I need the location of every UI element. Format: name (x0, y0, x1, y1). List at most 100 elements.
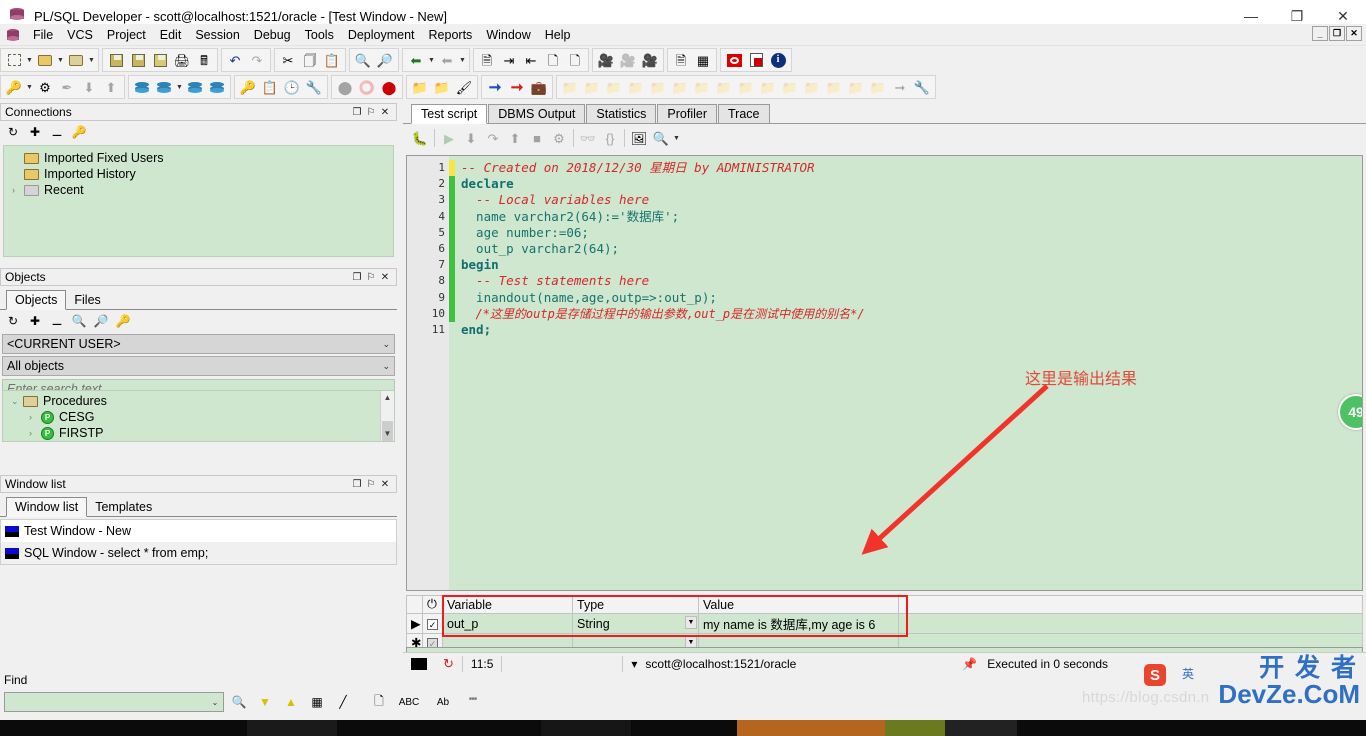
expander-icon[interactable]: › (12, 185, 24, 195)
clear-highlight-icon[interactable]: ╱ (332, 692, 354, 712)
variables-icon[interactable]: {} (599, 127, 621, 149)
settings-icon[interactable]: ⚙ (548, 127, 570, 149)
taskbar-item[interactable] (885, 720, 945, 736)
regex-icon[interactable]: "" (462, 692, 484, 712)
connections-tree[interactable]: Imported Fixed Users Imported History › … (3, 145, 394, 257)
find-input-combo[interactable]: ⌄ (4, 692, 224, 712)
import-chevron-down-icon[interactable]: ▼ (427, 49, 436, 71)
breakpoint-icon[interactable]: ⬤ (334, 76, 356, 98)
win-4-icon[interactable]: 📁 (625, 76, 647, 98)
tree-item-procedures[interactable]: ⌄ Procedures (3, 393, 394, 409)
list-item-test-window[interactable]: Test Window - New (1, 520, 396, 542)
connections-add-icon[interactable]: ✚ (26, 123, 44, 141)
highlight-all-icon[interactable]: ▦ (306, 692, 328, 712)
print-setup-icon[interactable]: 🖩 (193, 49, 215, 71)
connections-close-icon[interactable]: ✕ (378, 107, 392, 118)
objects-pin-icon[interactable]: ⚐ (364, 272, 378, 283)
objects-restore-icon[interactable]: ❐ (350, 272, 364, 283)
menu-reports[interactable]: Reports (422, 26, 480, 44)
pause-macro-icon[interactable]: 🎥 (617, 49, 639, 71)
find-previous-icon[interactable]: ▲ (280, 692, 302, 712)
options-icon[interactable]: 🗋 (368, 692, 390, 712)
win-14-icon[interactable]: 📁 (845, 76, 867, 98)
find-icon[interactable]: 🔍 (352, 49, 374, 71)
menu-window[interactable]: Window (479, 26, 537, 44)
open-recent-icon[interactable] (65, 49, 87, 71)
save-copy-icon[interactable] (149, 49, 171, 71)
win-15-icon[interactable]: 📁 (867, 76, 889, 98)
windowlist-restore-icon[interactable]: ❐ (350, 479, 364, 490)
tree-item-inandout[interactable]: › P INANDOUT (3, 441, 394, 442)
menu-tools[interactable]: Tools (298, 26, 341, 44)
objects-remove-icon[interactable]: ⚊ (48, 312, 66, 330)
objects-user-icon[interactable]: 🔑 (114, 312, 132, 330)
win-7-icon[interactable]: 📁 (691, 76, 713, 98)
tab-objects[interactable]: Objects (6, 290, 67, 310)
cell-variable[interactable]: out_p (442, 613, 573, 634)
find-next-icon[interactable]: ▼ (254, 692, 276, 712)
windowlist-close-icon[interactable]: ✕ (378, 479, 392, 490)
tab-files[interactable]: Files (66, 291, 108, 309)
view-breakpoints-icon[interactable]: 👓 (577, 127, 599, 149)
debug-bug-icon[interactable]: 🐛 (409, 127, 431, 149)
step-into-icon[interactable]: ⬇ (460, 127, 482, 149)
compile-icon[interactable]: 🔑 (237, 76, 259, 98)
copy-folder-icon[interactable]: 📁 (431, 76, 453, 98)
sql-db-icon[interactable] (153, 76, 175, 98)
comment-icon[interactable]: 🗋 (542, 49, 564, 71)
menu-edit[interactable]: Edit (153, 26, 189, 44)
find-next-icon[interactable]: 🔎 (374, 49, 396, 71)
tree-item-imported-fixed-users[interactable]: Imported Fixed Users (4, 150, 393, 166)
menu-project[interactable]: Project (100, 26, 153, 44)
about-icon[interactable]: i (767, 49, 789, 71)
expander-icon[interactable]: › (29, 428, 41, 438)
stop-icon[interactable]: ⬤ (378, 76, 400, 98)
history-icon[interactable]: 🕒 (281, 76, 303, 98)
menu-help[interactable]: Help (538, 26, 578, 44)
current-user-combo[interactable]: <CURRENT USER> ⌄ (2, 334, 395, 354)
expander-icon[interactable]: ⌄ (11, 396, 23, 407)
step-out-icon[interactable]: ⬆ (504, 127, 526, 149)
key-chevron-down-icon[interactable]: ▼ (25, 76, 34, 98)
copy-icon[interactable]: 🗍 (299, 49, 321, 71)
tab-window-list[interactable]: Window list (6, 497, 88, 517)
tab-profiler[interactable]: Profiler (657, 104, 717, 123)
menu-vcs[interactable]: VCS (60, 26, 100, 44)
find-icon[interactable]: 🔍 (228, 692, 250, 712)
win-2-icon[interactable]: 📁 (581, 76, 603, 98)
download-icon[interactable]: ⬇ (78, 76, 100, 98)
connections-pin-icon[interactable]: ⚐ (364, 107, 378, 118)
cell-type[interactable]: String ▼ (572, 613, 699, 634)
taskbar-item[interactable] (945, 720, 1017, 736)
tile-icon[interactable]: ▦ (692, 49, 714, 71)
import-icon[interactable]: ⬅ (405, 49, 427, 71)
export-icon[interactable]: ⬅ (436, 49, 458, 71)
add-folder-icon[interactable]: 📁 (409, 76, 431, 98)
objects-tree[interactable]: ⌄ Procedures › P CESG › P FIRSTP › P (2, 390, 395, 442)
find-db-icon[interactable] (184, 76, 206, 98)
win-3-icon[interactable]: 📁 (603, 76, 625, 98)
mdi-maximize-button[interactable]: ❐ (1329, 26, 1345, 41)
win-1-icon[interactable]: 📁 (559, 76, 581, 98)
win-5-icon[interactable]: 📁 (647, 76, 669, 98)
variables-grid[interactable]: ⏻ Variable Type Value ▶ ✓ out_p String ▼… (406, 595, 1363, 652)
commit-state-icon-wrap[interactable]: ↻ (435, 653, 462, 675)
undo-icon[interactable]: ↶ (224, 49, 246, 71)
run-icon[interactable]: ▶ (438, 127, 460, 149)
paste-icon[interactable]: 📋 (321, 49, 343, 71)
chevron-down-icon[interactable]: ⌄ (382, 361, 390, 372)
step-blue-icon[interactable]: ➞ (484, 76, 506, 98)
mdi-restore-button[interactable]: _ (1312, 26, 1328, 41)
scroll-down-icon[interactable]: ▼ (381, 427, 394, 441)
table-row[interactable]: ▶ ✓ out_p String ▼ my name is 数据库,my age… (406, 613, 1363, 634)
open-chevron-down-icon[interactable]: ▼ (56, 49, 65, 71)
output-icon[interactable]: 🖼 (628, 127, 650, 149)
tab-trace[interactable]: Trace (718, 104, 770, 123)
cut-icon[interactable]: ✂ (277, 49, 299, 71)
code-editor[interactable]: 1 2 3 4 5 6 7 8 9 10 11 -- Created on 20… (406, 155, 1363, 591)
db-icon[interactable] (131, 76, 153, 98)
play-macro-icon[interactable]: 🎥 (639, 49, 661, 71)
win-8-icon[interactable]: 📁 (713, 76, 735, 98)
outdent-icon[interactable]: ⇤ (520, 49, 542, 71)
tree-item-cesg[interactable]: › P CESG (3, 409, 394, 425)
